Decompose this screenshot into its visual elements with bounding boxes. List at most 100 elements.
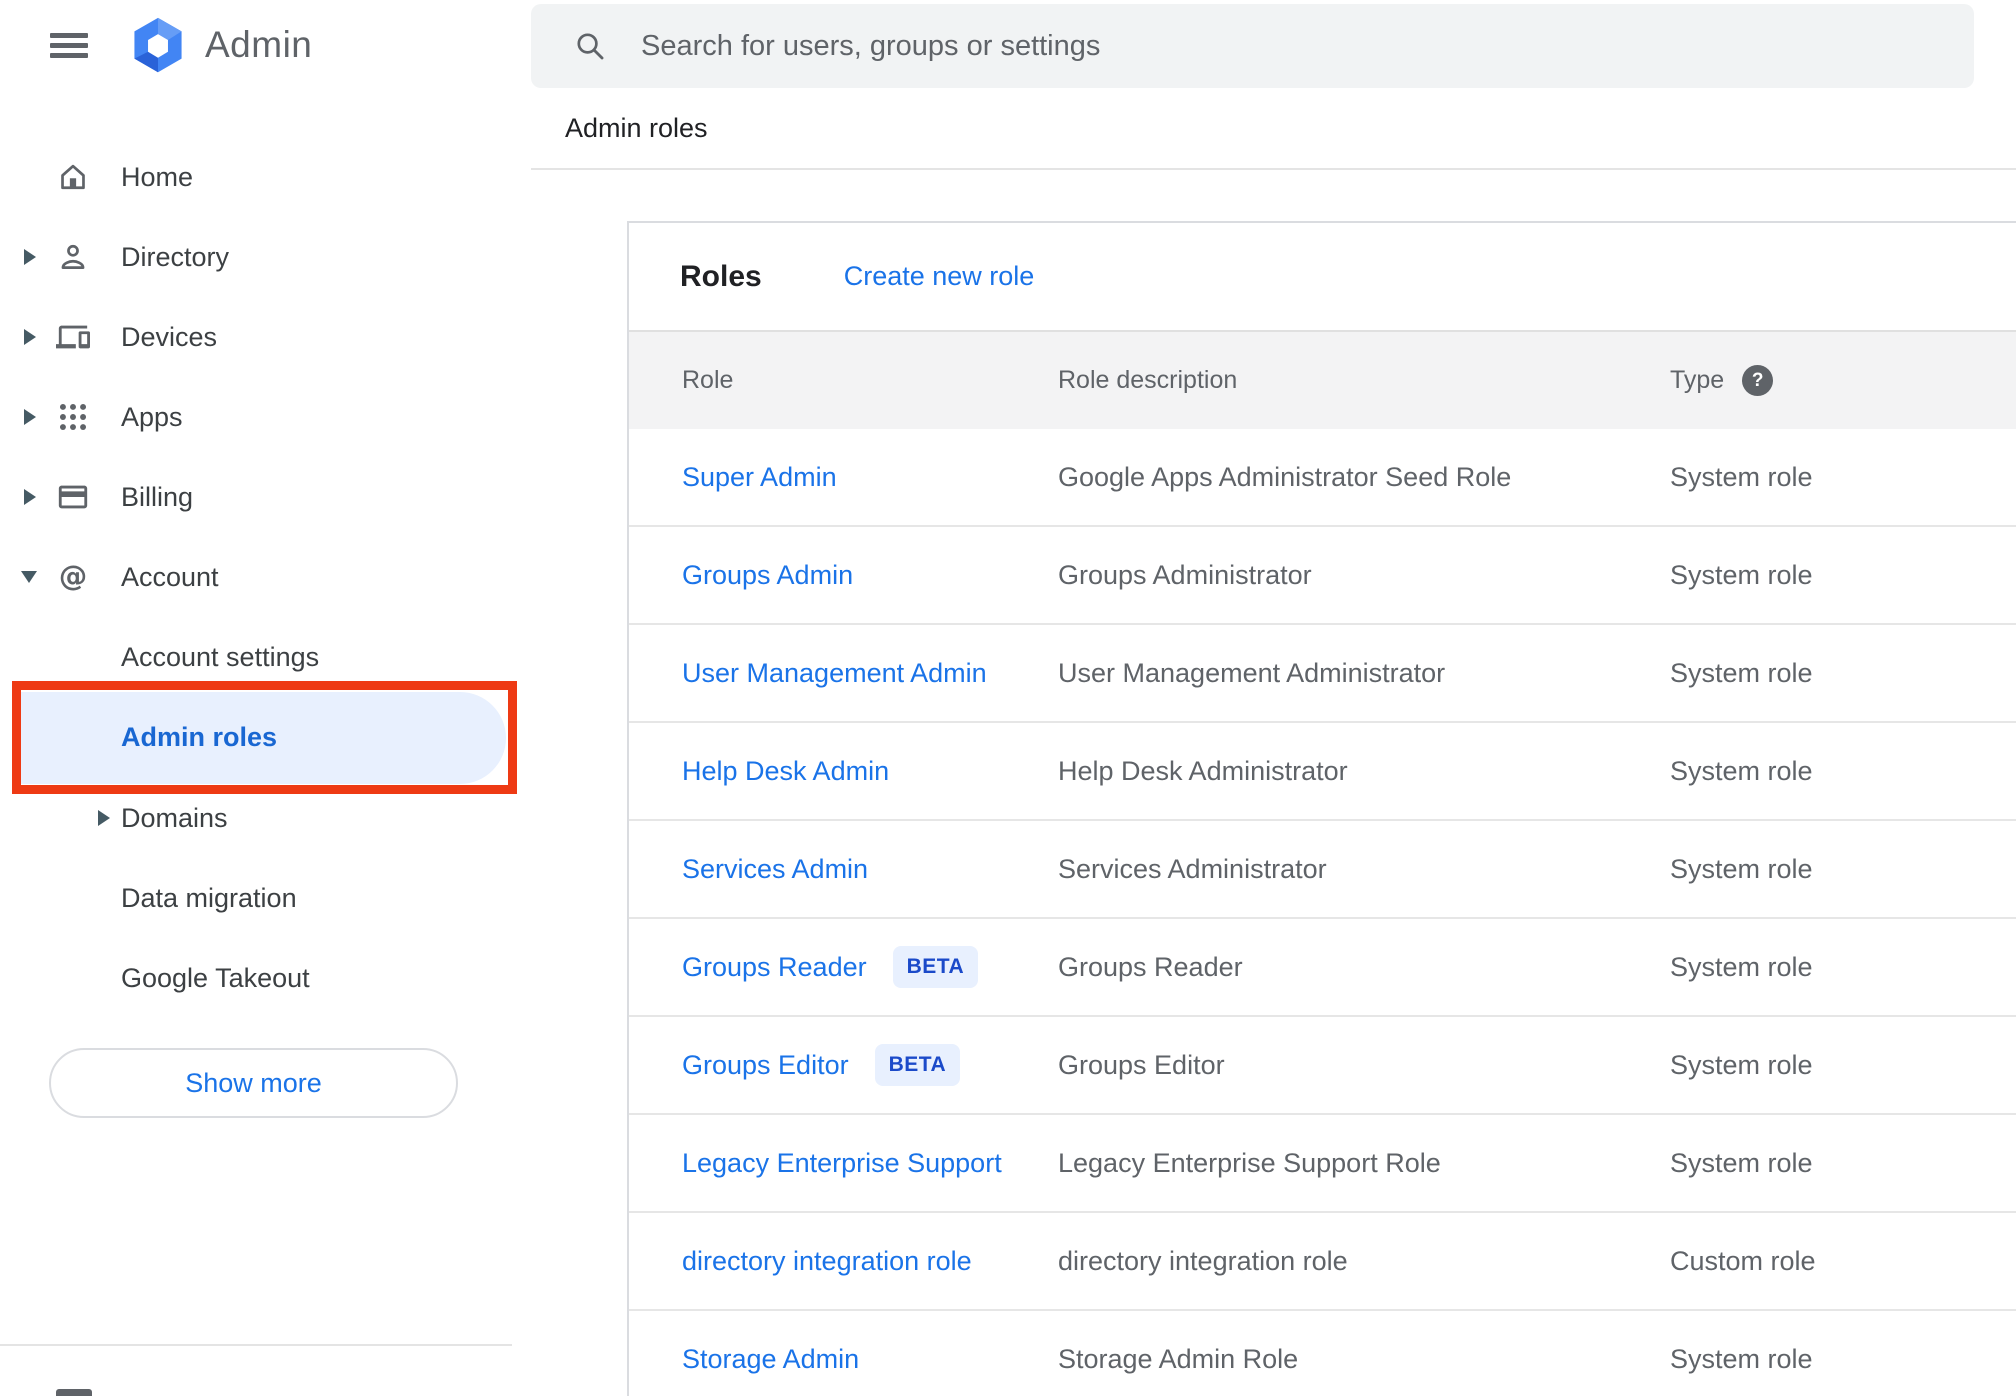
sidebar-item-directory[interactable]: Directory [0, 217, 531, 297]
roles-card-header: Roles Create new role [629, 223, 2016, 330]
page-title-row: Admin roles [531, 88, 2016, 170]
table-row-user-management-admin: User Management Admin User Management Ad… [629, 625, 2016, 723]
svg-text:@: @ [59, 560, 87, 593]
column-header-role: Role [682, 366, 734, 394]
role-description: Groups Editor [1058, 1049, 1225, 1080]
beta-badge: BETA [892, 946, 979, 988]
role-type: System role [1670, 1343, 1813, 1374]
roles-card: Roles Create new role Role Role descript… [627, 221, 2016, 1396]
role-type: System role [1670, 461, 1813, 492]
apps-grid-icon [56, 400, 90, 434]
role-link[interactable]: Super Admin [682, 462, 837, 493]
sidebar-item-label: Home [121, 161, 194, 192]
page-title: Admin roles [565, 112, 708, 143]
hamburger-menu-icon[interactable] [50, 28, 88, 63]
sidebar-item-label: Directory [121, 241, 230, 272]
sidebar-item-label: Admin roles [121, 722, 278, 752]
chevron-right-icon[interactable] [98, 810, 110, 826]
role-link[interactable]: Help Desk Admin [682, 756, 889, 787]
credit-card-icon [56, 480, 90, 514]
sidebar-subitem-data-migration[interactable]: Data migration [0, 858, 531, 938]
chevron-right-icon[interactable] [24, 329, 36, 345]
role-description: Legacy Enterprise Support Role [1058, 1147, 1441, 1178]
sidebar-item-label: Devices [121, 321, 218, 352]
sidebar-header: Admin [0, 0, 531, 90]
table-row-groups-admin: Groups Admin Groups Administrator System… [629, 527, 2016, 625]
role-description: Groups Administrator [1058, 559, 1312, 590]
role-type: System role [1670, 657, 1813, 688]
sidebar: Admin Home Directory Devices Apps Billin… [0, 0, 531, 1396]
role-link[interactable]: Storage Admin [682, 1344, 859, 1375]
role-link[interactable]: User Management Admin [682, 658, 987, 689]
sidebar-item-apps[interactable]: Apps [0, 377, 531, 457]
help-icon[interactable]: ? [1742, 365, 1774, 396]
table-row-super-admin: Super Admin Google Apps Administrator Se… [629, 429, 2016, 527]
sidebar-item-label: Google Takeout [121, 962, 310, 993]
role-type: System role [1670, 755, 1813, 786]
sidebar-subitem-account-settings[interactable]: Account settings [0, 617, 531, 697]
role-description: Services Administrator [1058, 853, 1327, 884]
role-link[interactable]: directory integration role [682, 1246, 972, 1277]
role-type: System role [1670, 1147, 1813, 1178]
role-link[interactable]: Groups Reader [682, 952, 867, 983]
table-row-groups-editor: Groups Editor BETA Groups Editor System … [629, 1017, 2016, 1115]
admin-console-page: Admin Home Directory Devices Apps Billin… [0, 0, 2016, 1396]
sidebar-subitem-admin-roles[interactable]: Admin roles [0, 681, 531, 794]
table-row-storage-admin: Storage Admin Storage Admin Role System … [629, 1311, 2016, 1396]
table-row-directory-integration-role: directory integration role directory int… [629, 1213, 2016, 1311]
sidebar-nav: Home Directory Devices Apps Billing @ Ac… [0, 137, 531, 1018]
at-icon: @ [56, 560, 90, 594]
column-header-description: Role description [1058, 366, 1238, 394]
role-link[interactable]: Groups Admin [682, 560, 853, 591]
sidebar-item-billing[interactable]: Billing [0, 457, 531, 537]
role-type: System role [1670, 951, 1813, 982]
table-row-groups-reader: Groups Reader BETA Groups Reader System … [629, 919, 2016, 1017]
table-row-services-admin: Services Admin Services Administrator Sy… [629, 821, 2016, 919]
search-icon [573, 29, 607, 63]
column-header-type: Type ? [1670, 365, 2016, 396]
search-bar[interactable] [531, 4, 1974, 88]
partial-bottom-icon [56, 1389, 92, 1396]
role-description: Groups Reader [1058, 951, 1243, 982]
sidebar-item-devices[interactable]: Devices [0, 297, 531, 377]
create-new-role-link[interactable]: Create new role [844, 261, 1035, 292]
role-link[interactable]: Services Admin [682, 854, 868, 885]
role-type: System role [1670, 853, 1813, 884]
sidebar-item-home[interactable]: Home [0, 137, 531, 217]
roles-heading: Roles [680, 259, 762, 293]
role-description: Help Desk Administrator [1058, 755, 1348, 786]
sidebar-divider [0, 1344, 512, 1346]
home-icon [56, 160, 90, 194]
chevron-right-icon[interactable] [24, 489, 36, 505]
devices-icon [56, 320, 90, 354]
role-description: Google Apps Administrator Seed Role [1058, 461, 1512, 492]
chevron-right-icon[interactable] [24, 409, 36, 425]
sidebar-item-label: Data migration [121, 882, 297, 913]
table-row-help-desk-admin: Help Desk Admin Help Desk Administrator … [629, 723, 2016, 821]
table-row-legacy-enterprise-support: Legacy Enterprise Support Legacy Enterpr… [629, 1115, 2016, 1213]
role-type: System role [1670, 1049, 1813, 1080]
sidebar-item-label: Account [121, 561, 219, 592]
role-description: Storage Admin Role [1058, 1343, 1299, 1374]
chevron-down-icon[interactable] [21, 571, 37, 583]
role-description: directory integration role [1058, 1245, 1348, 1276]
role-link[interactable]: Legacy Enterprise Support [682, 1148, 1002, 1179]
role-link[interactable]: Groups Editor [682, 1050, 849, 1081]
sidebar-item-label: Domains [121, 802, 228, 833]
app-title: Admin [205, 24, 313, 65]
role-type: Custom role [1670, 1245, 1816, 1276]
sidebar-item-account[interactable]: @ Account [0, 537, 531, 617]
beta-badge: BETA [874, 1044, 961, 1086]
sidebar-item-label: Billing [121, 481, 194, 512]
sidebar-subitem-domains[interactable]: Domains [0, 778, 531, 858]
show-more-button[interactable]: Show more [49, 1048, 458, 1118]
chevron-right-icon[interactable] [24, 249, 36, 265]
person-icon [56, 240, 90, 274]
sidebar-item-label: Account settings [121, 641, 320, 672]
sidebar-subitem-google-takeout[interactable]: Google Takeout [0, 938, 531, 1018]
role-type: System role [1670, 559, 1813, 590]
search-input[interactable] [641, 29, 1841, 63]
table-header: Role Role description Type ? [629, 330, 2016, 429]
main-content: Admin roles Roles Create new role Role R… [531, 0, 2016, 1396]
table-body: Super Admin Google Apps Administrator Se… [629, 429, 2016, 1396]
